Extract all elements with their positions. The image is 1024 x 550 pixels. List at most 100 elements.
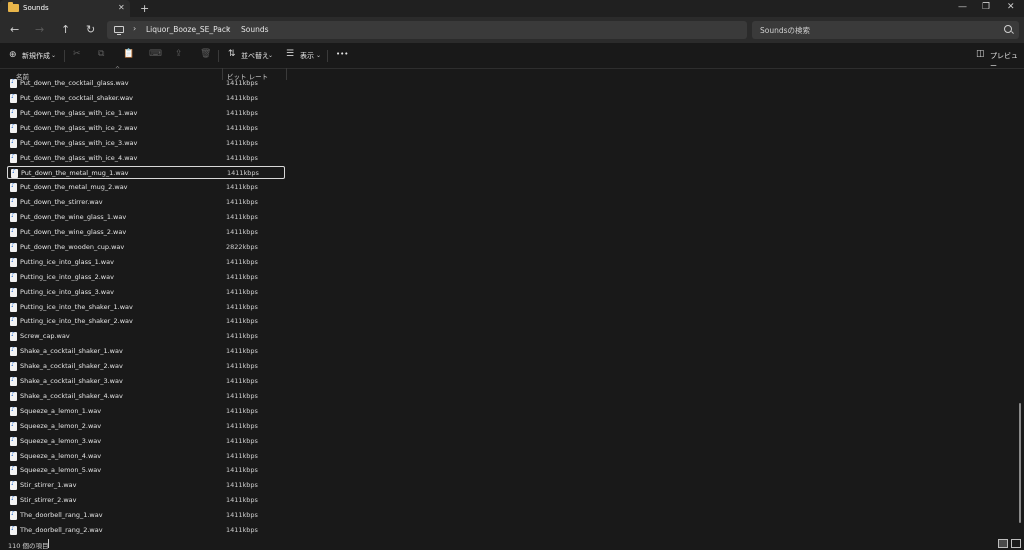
file-name: Put_down_the_wine_glass_1.wav — [20, 213, 127, 222]
address-bar[interactable]: › Liquor_Booze_SE_Pack › Sounds — [107, 21, 747, 39]
file-row[interactable]: Put_down_the_glass_with_ice_4.wav 1411kbp… — [7, 152, 285, 165]
file-row[interactable]: Put_down_the_cocktail_glass.wav 1411kbps — [7, 77, 285, 90]
audio-file-icon — [10, 331, 17, 342]
file-bitrate: 1411kbps — [226, 406, 258, 415]
search-input[interactable]: Soundsの検索 — [752, 21, 1019, 39]
file-row[interactable]: Screw_cap.wav 1411kbps — [7, 330, 285, 343]
file-bitrate: 1411kbps — [226, 391, 258, 400]
rename-icon[interactable]: ⌨ — [149, 49, 162, 59]
back-button[interactable]: ← — [10, 23, 19, 36]
sort-button[interactable]: 並べ替え — [241, 51, 269, 61]
file-row[interactable]: Squeeze_a_lemon_3.wav 1411kbps — [7, 435, 285, 448]
file-row[interactable]: The_doorbell_rang_1.wav 1411kbps — [7, 509, 285, 522]
file-bitrate: 1411kbps — [227, 169, 259, 178]
file-bitrate: 1411kbps — [226, 421, 258, 430]
file-row[interactable]: Put_down_the_wooden_cup.wav 2822kbps — [7, 241, 285, 254]
file-row[interactable]: Put_down_the_wine_glass_2.wav 1411kbps — [7, 226, 285, 239]
file-row[interactable]: Squeeze_a_lemon_1.wav 1411kbps — [7, 405, 285, 418]
file-name: Stir_stirrer_1.wav — [20, 481, 77, 490]
forward-button[interactable]: → — [35, 23, 44, 36]
file-row[interactable]: Stir_stirrer_1.wav 1411kbps — [7, 479, 285, 492]
paste-icon[interactable]: 📋 — [123, 49, 134, 59]
maximize-button[interactable]: ❐ — [982, 2, 990, 12]
breadcrumb-sounds[interactable]: Sounds — [241, 25, 269, 34]
view-button[interactable]: 表示 — [300, 51, 314, 61]
chevron-down-icon: ⌄ — [51, 52, 57, 59]
scrollbar-thumb[interactable] — [1019, 403, 1021, 523]
file-row[interactable]: Putting_ice_into_the_shaker_2.wav 1411kbp… — [7, 315, 285, 328]
file-row[interactable]: Put_down_the_glass_with_ice_2.wav 1411kbp… — [7, 122, 285, 135]
details-view-icon[interactable] — [998, 539, 1008, 548]
file-row[interactable]: Putting_ice_into_glass_2.wav 1411kbps — [7, 271, 285, 284]
file-row[interactable]: Put_down_the_glass_with_ice_3.wav 1411kbp… — [7, 137, 285, 150]
audio-file-icon — [10, 361, 17, 372]
file-bitrate: 1411kbps — [226, 213, 258, 222]
audio-file-icon — [11, 168, 18, 179]
file-bitrate: 1411kbps — [226, 79, 258, 87]
audio-file-icon — [10, 197, 17, 208]
file-row[interactable]: Squeeze_a_lemon_2.wav 1411kbps — [7, 420, 285, 433]
chevron-right-icon[interactable]: › — [227, 24, 230, 33]
file-bitrate: 1411kbps — [226, 272, 258, 281]
new-tab-button[interactable]: + — [140, 2, 149, 15]
new-icon: ⊕ — [9, 50, 17, 60]
file-row[interactable]: Shake_a_cocktail_shaker_1.wav 1411kbps — [7, 345, 285, 358]
file-name: Squeeze_a_lemon_3.wav — [20, 436, 102, 445]
file-name: Stir_stirrer_2.wav — [20, 496, 77, 505]
tab-close-icon[interactable]: ✕ — [118, 3, 125, 12]
audio-file-icon — [10, 242, 17, 252]
file-row[interactable]: Shake_a_cocktail_shaker_3.wav 1411kbps — [7, 375, 285, 388]
more-options-button[interactable]: ••• — [336, 50, 348, 58]
status-divider — [48, 539, 49, 548]
search-icon[interactable] — [1004, 25, 1012, 33]
file-name: Put_down_the_wooden_cup.wav — [20, 242, 125, 251]
file-row[interactable]: The_doorbell_rang_2.wav 1411kbps — [7, 524, 285, 537]
audio-file-icon — [10, 212, 17, 223]
audio-file-icon — [10, 376, 17, 386]
file-row[interactable]: Shake_a_cocktail_shaker_2.wav 1411kbps — [7, 360, 285, 373]
audio-file-icon — [10, 138, 17, 148]
new-button[interactable]: 新規作成 — [22, 51, 50, 61]
file-row[interactable]: Putting_ice_into_glass_3.wav 1411kbps — [7, 286, 285, 299]
file-bitrate: 1411kbps — [226, 436, 258, 445]
tiles-view-icon[interactable] — [1011, 539, 1021, 548]
file-name: Put_down_the_glass_with_ice_2.wav — [20, 123, 138, 132]
file-row[interactable]: Squeeze_a_lemon_5.wav 1411kbps — [7, 464, 285, 477]
delete-icon[interactable]: 🗑 — [200, 49, 211, 59]
file-name: The_doorbell_rang_2.wav — [20, 526, 103, 534]
minimize-button[interactable]: — — [958, 2, 967, 12]
chevron-right-icon[interactable]: › — [133, 24, 136, 33]
file-row[interactable]: Putting_ice_into_glass_1.wav 1411kbps — [7, 256, 285, 269]
file-name: Putting_ice_into_the_shaker_1.wav — [20, 302, 133, 311]
cut-icon[interactable]: ✂ — [73, 49, 81, 59]
breadcrumb-pack[interactable]: Liquor_Booze_SE_Pack — [146, 25, 230, 34]
up-button[interactable]: ↑ — [61, 23, 70, 36]
file-bitrate: 1411kbps — [226, 108, 258, 117]
audio-file-icon — [10, 93, 17, 103]
audio-file-icon — [10, 78, 17, 88]
tab-sounds[interactable]: Sounds ✕ — [0, 0, 130, 17]
file-row[interactable]: Put_down_the_metal_mug_1.wav 1411kbps — [7, 166, 285, 180]
file-row[interactable]: Put_down_the_metal_mug_2.wav 1411kbps — [7, 181, 285, 194]
search-placeholder: Soundsの検索 — [760, 26, 811, 35]
copy-icon[interactable]: ⧉ — [98, 49, 104, 59]
file-row[interactable]: Put_down_the_cocktail_shaker.wav 1411kbps — [7, 92, 285, 105]
file-row[interactable]: Put_down_the_wine_glass_1.wav 1411kbps — [7, 211, 285, 224]
file-row[interactable]: Squeeze_a_lemon_4.wav 1411kbps — [7, 450, 285, 463]
file-bitrate: 1411kbps — [226, 287, 258, 296]
file-row[interactable]: Shake_a_cocktail_shaker_4.wav 1411kbps — [7, 390, 285, 403]
audio-file-icon — [10, 406, 17, 416]
preview-button[interactable]: プレビュー — [990, 51, 1024, 71]
file-row[interactable]: Put_down_the_stirrer.wav 1411kbps — [7, 196, 285, 209]
close-window-button[interactable]: ✕ — [1007, 2, 1015, 12]
file-row[interactable]: Stir_stirrer_2.wav 1411kbps — [7, 494, 285, 507]
title-bar: Sounds ✕ + — ❐ ✕ — [0, 0, 1024, 17]
audio-file-icon — [10, 316, 17, 327]
share-icon[interactable]: ⇪ — [175, 49, 183, 59]
file-row[interactable]: Putting_ice_into_the_shaker_1.wav 1411kbp… — [7, 301, 285, 314]
file-name: Put_down_the_glass_with_ice_1.wav — [20, 108, 138, 117]
file-row[interactable]: Put_down_the_glass_with_ice_1.wav 1411kbp… — [7, 107, 285, 120]
audio-file-icon — [10, 153, 17, 163]
refresh-button[interactable]: ↻ — [86, 23, 95, 36]
sort-ascending-icon: ^ — [115, 66, 121, 73]
